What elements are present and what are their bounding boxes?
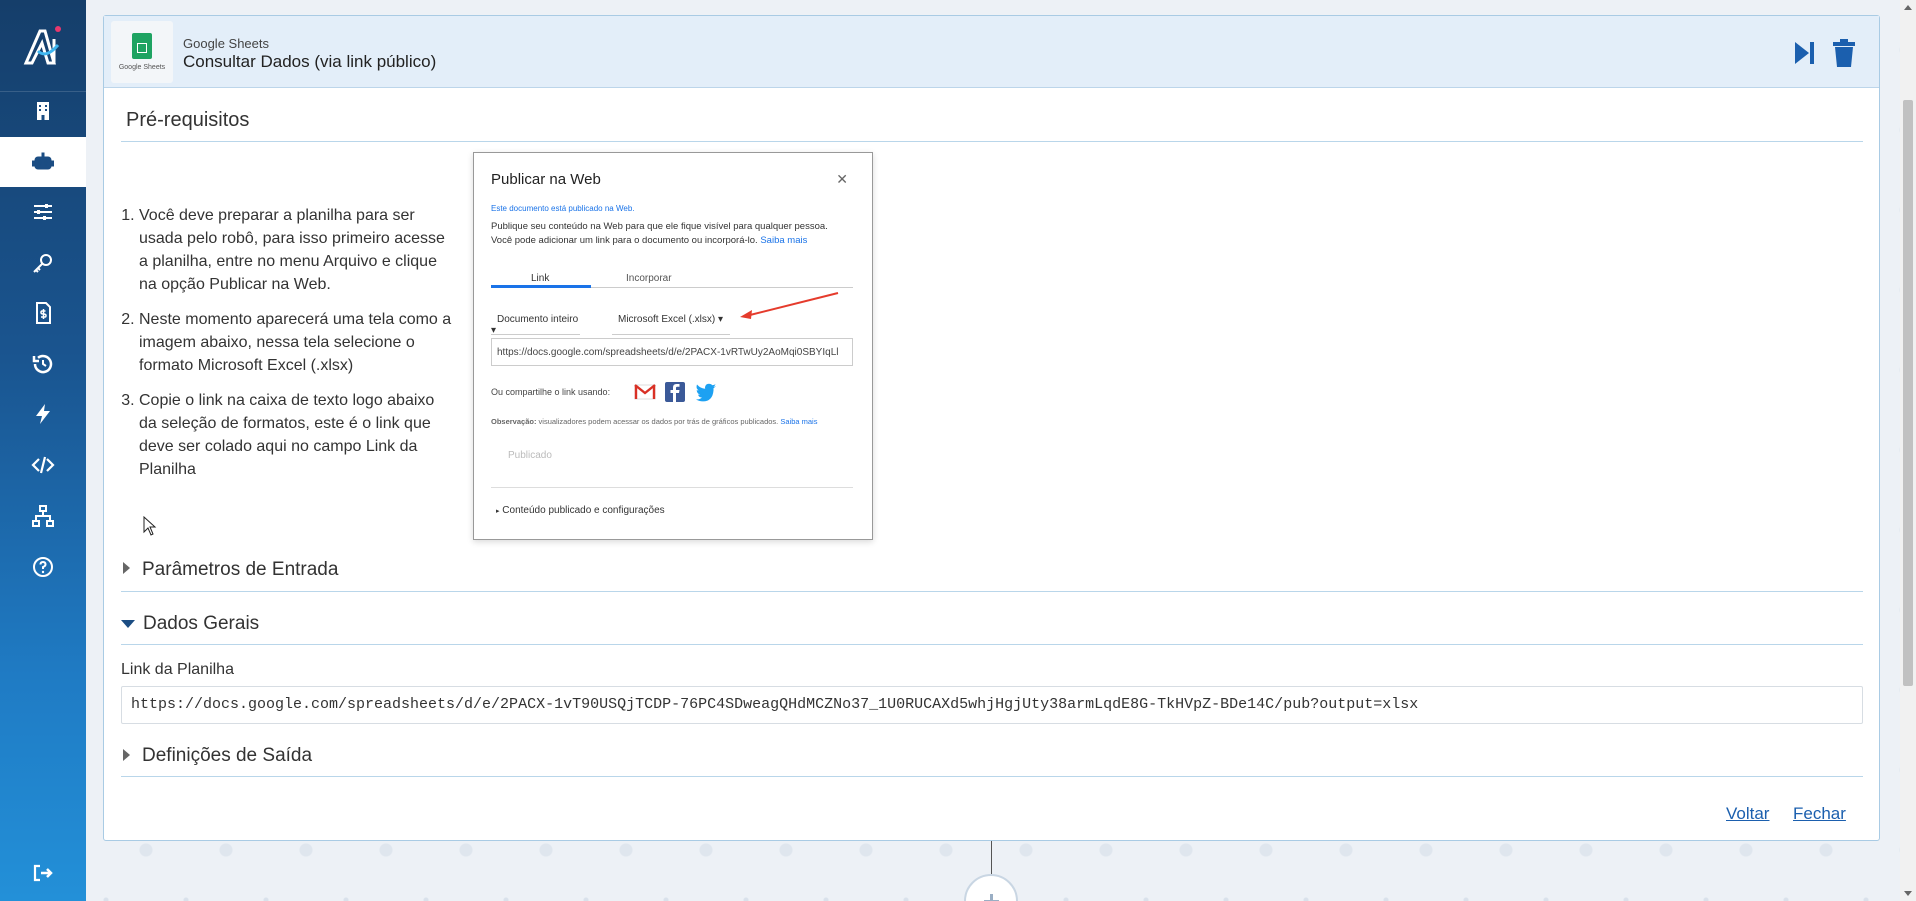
screenshot-title: Publicar na Web: [491, 171, 601, 188]
screenshot-tab-active: [491, 285, 591, 288]
section-divider: [121, 591, 1863, 592]
screenshot-published-note: Este documento está publicado na Web.: [491, 204, 635, 213]
screenshot-desc-1: Publique seu conteúdo na Web para que el…: [491, 221, 828, 232]
section-divider: [121, 776, 1863, 777]
step-item: Copie o link na caixa de texto logo abai…: [139, 389, 456, 481]
screenshot-tab-link: Link: [531, 273, 550, 284]
robot-icon: [32, 152, 54, 170]
screenshot-observation: Observação: visualizadores podem acessar…: [491, 417, 818, 426]
code-icon: [31, 456, 55, 474]
step-item: Neste momento aparecerá uma tela como a …: [139, 308, 456, 377]
sidebar-item-settings[interactable]: [0, 187, 86, 237]
sidebar-item-triggers[interactable]: [0, 389, 86, 439]
sliders-icon: [34, 204, 52, 220]
screenshot-content-settings: ▸ Conteúdo publicado e configurações: [496, 505, 665, 516]
sidebar-item-billing[interactable]: [0, 288, 86, 338]
screenshot-dropdown-format: Microsoft Excel (.xlsx) ▾: [612, 305, 730, 335]
logout-icon: [33, 864, 53, 882]
skip-step-button[interactable]: [1790, 38, 1818, 68]
screenshot-url-box: https://docs.google.com/spreadsheets/d/e…: [491, 338, 853, 366]
help-icon: [33, 557, 53, 577]
page-scrollbar[interactable]: [1900, 0, 1916, 901]
section-divider: [121, 644, 1863, 645]
key-icon: [33, 254, 52, 273]
sidebar-item-credentials[interactable]: [0, 238, 86, 288]
screenshot-published-button: Publicado: [508, 450, 552, 461]
step-title: Consultar Dados (via link público): [183, 52, 437, 71]
trash-icon: [1833, 39, 1855, 67]
step-card: Google Sheets Google Sheets Consultar Da…: [103, 15, 1880, 841]
section-output-defs[interactable]: Definições de Saída: [142, 745, 312, 767]
skip-forward-icon: [1795, 42, 1814, 64]
google-sheets-logo: Google Sheets: [111, 21, 173, 83]
back-link[interactable]: Voltar: [1726, 804, 1769, 824]
prerequisites-title: Pré-requisitos: [126, 109, 250, 131]
prerequisites-steps: Você deve preparar a planilha para ser u…: [121, 204, 456, 493]
twitter-icon: [696, 383, 716, 402]
facebook-icon: [665, 382, 685, 402]
section-divider: [121, 141, 1863, 142]
red-arrow-icon: [740, 292, 839, 319]
sidebar-item-help[interactable]: [0, 542, 86, 592]
app-logo-icon: [23, 25, 61, 64]
screenshot-dropdown-doc: Documento inteiro ▾: [491, 305, 580, 336]
sidebar: [0, 0, 86, 901]
card-header: Google Sheets Google Sheets Consultar Da…: [104, 16, 1879, 88]
sheet-link-label: Link da Planilha: [121, 661, 234, 678]
sheet-link-input[interactable]: https://docs.google.com/spreadsheets/d/e…: [121, 686, 1863, 724]
sidebar-item-logout[interactable]: [0, 848, 86, 898]
delete-step-button[interactable]: [1830, 38, 1858, 68]
sidebar-item-api[interactable]: [0, 440, 86, 490]
screenshot-share-label: Ou compartilhe o link usando:: [491, 387, 611, 397]
bolt-icon: [36, 404, 50, 424]
close-link[interactable]: Fechar: [1793, 804, 1846, 824]
publish-to-web-screenshot: Publicar na Web ✕ Este documento está pu…: [473, 152, 873, 540]
chevron-right-icon[interactable]: [123, 749, 130, 761]
flow-connector: [991, 841, 992, 876]
sidebar-item-robots[interactable]: [0, 137, 86, 187]
step-item: Você deve preparar a planilha para ser u…: [139, 204, 456, 296]
section-input-params[interactable]: Parâmetros de Entrada: [142, 559, 338, 581]
sheets-icon: [132, 33, 152, 59]
logo-caption: Google Sheets: [118, 64, 166, 71]
scroll-down-arrow[interactable]: [1904, 891, 1912, 896]
history-icon: [32, 354, 53, 374]
invoice-icon: [36, 302, 51, 324]
chevron-down-icon[interactable]: [121, 620, 135, 628]
building-icon: [37, 102, 49, 120]
gmail-icon: [634, 384, 656, 400]
close-icon: ✕: [836, 171, 848, 187]
chevron-right-icon[interactable]: [123, 562, 130, 574]
integration-name: Google Sheets: [183, 36, 270, 51]
sitemap-icon: [32, 505, 54, 527]
sidebar-item-history[interactable]: [0, 339, 86, 389]
sidebar-item-company[interactable]: [0, 86, 86, 136]
screenshot-desc-2: Você pode adicionar um link para o docum…: [491, 235, 808, 246]
screenshot-tab-embed: Incorporar: [626, 273, 672, 284]
screenshot-separator: [491, 487, 853, 488]
sidebar-item-integrations[interactable]: [0, 491, 86, 541]
app-logo[interactable]: [0, 0, 86, 92]
scrollbar-thumb[interactable]: [1903, 100, 1913, 686]
section-general-data[interactable]: Dados Gerais: [143, 613, 259, 635]
scroll-up-arrow[interactable]: [1904, 5, 1912, 10]
mouse-cursor-icon: [143, 516, 157, 536]
